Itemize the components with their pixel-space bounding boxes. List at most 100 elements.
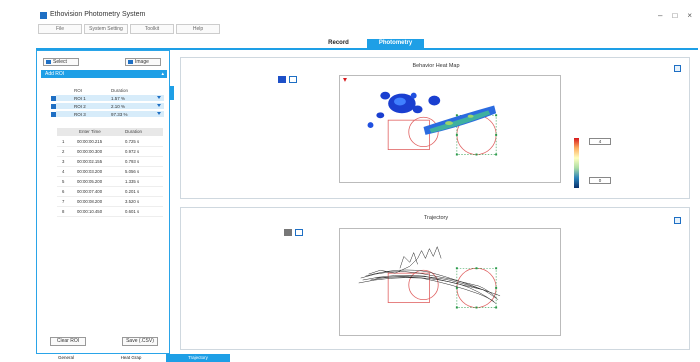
row-index: 5 bbox=[62, 179, 65, 184]
tab-general[interactable]: General bbox=[36, 354, 96, 362]
heatmap-color-swatch[interactable] bbox=[278, 76, 286, 83]
image-icon bbox=[128, 60, 133, 64]
enter-time: 00:00:02.155 bbox=[77, 159, 103, 164]
chevron-down-icon[interactable] bbox=[157, 104, 161, 107]
row-index: 7 bbox=[62, 199, 65, 204]
heatmap-blobs bbox=[367, 91, 497, 135]
table-row[interactable]: 4 00:00:03.200 5.056 s bbox=[57, 167, 163, 177]
heatmap-plot bbox=[339, 75, 561, 183]
title-bar: Ethovision Photometry System – □ × bbox=[0, 0, 700, 22]
enter-time: 00:00:08.200 bbox=[77, 199, 103, 204]
select-button[interactable]: Select bbox=[43, 58, 79, 66]
roi-circle bbox=[408, 269, 439, 301]
enter-time: 00:00:00.300 bbox=[77, 149, 103, 154]
enter-time: 00:00:10.450 bbox=[77, 209, 103, 214]
image-label: Image bbox=[135, 59, 149, 65]
row-index: 1 bbox=[62, 139, 65, 144]
duration: 0.601 s bbox=[125, 209, 140, 214]
tab-photometry[interactable]: Photometry bbox=[367, 39, 424, 48]
export-icon[interactable] bbox=[674, 65, 681, 72]
table-row[interactable]: ROI 1 1.57 % bbox=[51, 95, 164, 102]
heatmap-panel: Behavior Heat Map 4 0 bbox=[180, 57, 690, 199]
minimize-icon[interactable]: – bbox=[658, 11, 662, 20]
row-index: 4 bbox=[62, 169, 65, 174]
colorbar-min[interactable]: 0 bbox=[589, 177, 611, 184]
roi-column-header: ROI bbox=[74, 88, 83, 93]
table-row[interactable]: 6 00:00:07.400 0.201 s bbox=[57, 187, 163, 197]
trajectory-color-swatch-alt[interactable] bbox=[295, 229, 303, 236]
trajectory-color-swatch[interactable] bbox=[284, 229, 292, 236]
menu-system-setting[interactable]: System Setting bbox=[84, 24, 128, 34]
menu-bar: File System Setting Toolkit Help bbox=[38, 24, 222, 34]
chevron-down-icon[interactable] bbox=[157, 112, 161, 115]
colorbar bbox=[574, 138, 579, 188]
roi-checkbox[interactable] bbox=[51, 104, 56, 109]
table-row[interactable]: 3 00:00:02.155 0.793 s bbox=[57, 157, 163, 167]
row-index: 6 bbox=[62, 189, 65, 194]
menu-help[interactable]: Help bbox=[176, 24, 220, 34]
panel-splitter-handle[interactable] bbox=[170, 86, 174, 100]
roi-duration: 1.57 % bbox=[111, 96, 126, 101]
table-row[interactable]: ROI 3 97.33 % bbox=[51, 111, 164, 118]
add-roi-label: Add ROI bbox=[45, 71, 65, 77]
enter-time: 00:00:05.200 bbox=[77, 179, 103, 184]
row-index: 3 bbox=[62, 159, 65, 164]
app-logo-icon bbox=[40, 12, 47, 19]
roi-checkbox[interactable] bbox=[51, 112, 56, 117]
duration: 0.725 s bbox=[125, 139, 140, 144]
table-row[interactable]: 2 00:00:00.300 0.972 s bbox=[57, 147, 163, 157]
duration-header: Duration bbox=[125, 129, 143, 134]
chevron-up-icon: ▴ bbox=[161, 71, 164, 77]
chevron-down-icon[interactable] bbox=[157, 96, 161, 99]
tab-trajectory[interactable]: Trajectory bbox=[166, 354, 230, 362]
add-roi-header[interactable]: Add ROI ▴ bbox=[41, 70, 167, 78]
menu-toolkit[interactable]: Toolkit bbox=[130, 24, 174, 34]
image-button[interactable]: Image bbox=[125, 58, 161, 66]
duration: 0.972 s bbox=[125, 149, 140, 154]
trajectory-title: Trajectory bbox=[423, 215, 449, 221]
table-row[interactable]: 8 00:00:10.450 0.601 s bbox=[57, 207, 163, 217]
roi-table-header: ROI Duration bbox=[56, 87, 164, 94]
roi-name: ROI 1 bbox=[74, 96, 86, 101]
maximize-icon[interactable]: □ bbox=[672, 11, 677, 20]
duration: 3.520 s bbox=[125, 199, 140, 204]
duration: 5.056 s bbox=[125, 169, 140, 174]
table-row[interactable]: ROI 2 2.10 % bbox=[51, 103, 164, 110]
row-index: 2 bbox=[62, 149, 65, 154]
duration: 1.335 s bbox=[125, 179, 140, 184]
trajectory-panel: Trajectory bbox=[180, 207, 690, 350]
table-row[interactable]: 7 00:00:08.200 3.520 s bbox=[57, 197, 163, 207]
bottom-tabs: General Heat Grap Trajectory bbox=[36, 354, 700, 362]
roi-name: ROI 3 bbox=[74, 112, 86, 117]
table-row[interactable]: 5 00:00:05.200 1.335 s bbox=[57, 177, 163, 187]
roi-name: ROI 2 bbox=[74, 104, 86, 109]
tab-heat-graph[interactable]: Heat Grap bbox=[96, 354, 166, 362]
duration-column-header: Duration bbox=[111, 88, 129, 93]
export-icon[interactable] bbox=[674, 217, 681, 224]
clear-roi-button[interactable]: Clear ROI bbox=[50, 337, 86, 346]
enter-time-header: Enter Time bbox=[79, 129, 101, 134]
select-label: Select bbox=[53, 59, 67, 65]
app-title: Ethovision Photometry System bbox=[50, 11, 146, 18]
duration: 0.201 s bbox=[125, 189, 140, 194]
enter-time: 00:00:03.200 bbox=[77, 169, 103, 174]
roi-duration: 2.10 % bbox=[111, 104, 126, 109]
table-row[interactable]: 1 00:00:00.215 0.725 s bbox=[57, 137, 163, 147]
heatmap-title: Behavior Heat Map bbox=[412, 63, 460, 69]
main-tabs: Record Photometry bbox=[310, 39, 424, 48]
roi-checkbox[interactable] bbox=[51, 96, 56, 101]
window-controls: – □ × bbox=[658, 11, 692, 20]
row-index: 8 bbox=[62, 209, 65, 214]
colorbar-max[interactable]: 4 bbox=[589, 138, 611, 145]
frame-table-header: Enter Time Duration bbox=[57, 128, 163, 136]
menu-file[interactable]: File bbox=[38, 24, 82, 34]
duration: 0.793 s bbox=[125, 159, 140, 164]
enter-time: 00:00:07.400 bbox=[77, 189, 103, 194]
close-icon[interactable]: × bbox=[687, 11, 692, 20]
tab-record[interactable]: Record bbox=[310, 39, 367, 48]
heatmap-color-swatch-alt[interactable] bbox=[289, 76, 297, 83]
trajectory-plot bbox=[339, 228, 561, 336]
save-csv-button[interactable]: Save (.CSV) bbox=[122, 337, 158, 346]
origin-marker-icon bbox=[343, 77, 347, 82]
select-icon bbox=[46, 60, 51, 64]
